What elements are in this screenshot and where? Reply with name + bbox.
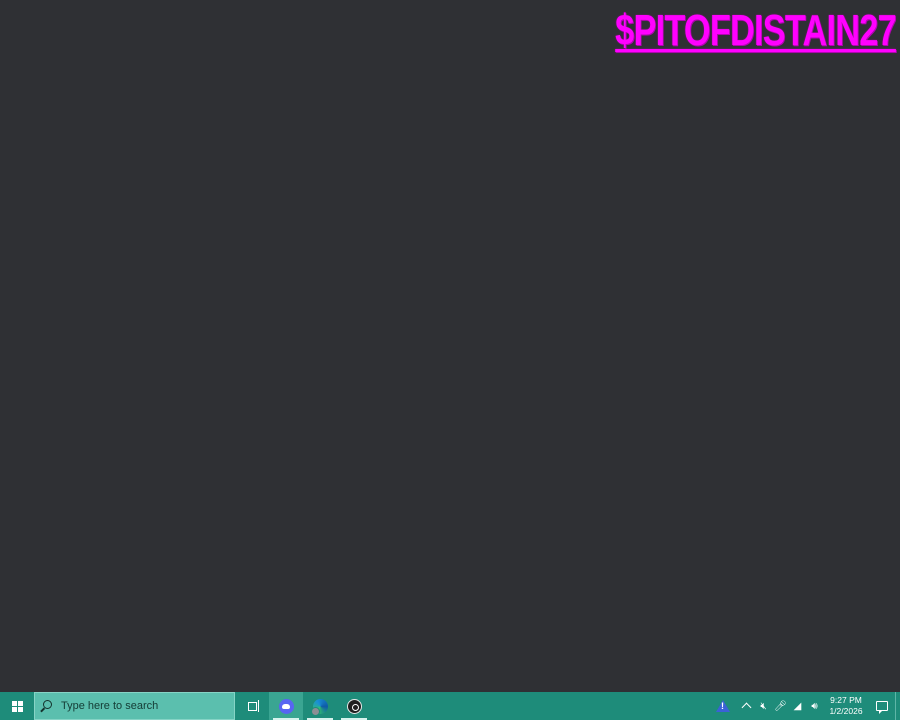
notification-center-button[interactable] (869, 692, 895, 720)
warning-icon (716, 700, 730, 712)
clock-time: 9:27 PM (830, 695, 862, 705)
volume-icon: 🔊︎ (811, 700, 818, 712)
show-hidden-icons-button[interactable] (738, 692, 755, 720)
search-placeholder: Type here to search (61, 700, 159, 712)
clock[interactable]: 9:27 PM 1/2/2026 (823, 692, 869, 720)
edge-icon (310, 698, 328, 716)
taskbar-app-edge[interactable] (303, 692, 337, 720)
network-icon: ◢ (793, 700, 802, 712)
volume-button[interactable]: 🔊︎ (806, 692, 823, 720)
network-button[interactable]: ◢ (789, 692, 806, 720)
tray-warning-button[interactable] (708, 692, 738, 720)
show-desktop-button[interactable] (895, 692, 900, 720)
notification-icon (876, 701, 888, 714)
search-icon (43, 700, 52, 709)
desktop[interactable]: $PITOFDISTAIN27 (0, 0, 900, 692)
taskbar-app-obs[interactable] (337, 692, 371, 720)
task-view-button[interactable] (235, 692, 269, 720)
search-box[interactable]: Type here to search (34, 692, 235, 720)
desktop-watermark: $PITOFDISTAIN27 (615, 6, 897, 55)
obs-icon (346, 698, 362, 714)
system-tray: 🔇︎ 🎤︎ ◢ 🔊︎ 9:27 PM 1/2/2026 (708, 692, 900, 720)
taskbar: Type here to search 🔇︎ 🎤︎ ◢ 🔊︎ (0, 692, 900, 720)
discord-icon (278, 698, 294, 714)
windows-logo-icon (11, 700, 23, 712)
muted-notifications-icon: 🔇︎ (760, 700, 767, 712)
muted-notifications-button[interactable]: 🔇︎ (755, 692, 772, 720)
clock-date: 1/2/2026 (829, 706, 863, 716)
microphone-button[interactable]: 🎤︎ (772, 692, 789, 720)
microphone-icon: 🎤︎ (774, 700, 787, 712)
task-view-icon (247, 699, 259, 712)
chevron-up-icon (741, 702, 752, 713)
start-button[interactable] (0, 692, 34, 720)
taskbar-app-discord[interactable] (269, 692, 303, 720)
